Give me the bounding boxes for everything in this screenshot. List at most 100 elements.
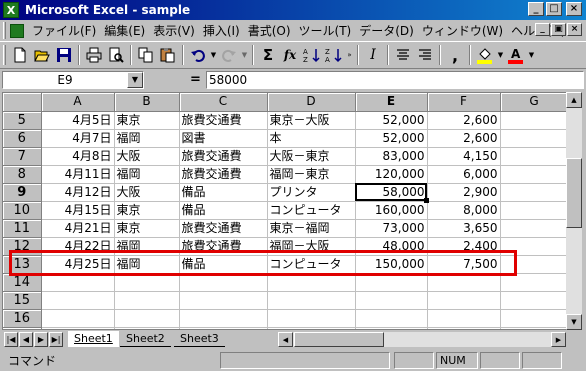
cell-f6[interactable]: 2,600 — [427, 129, 501, 148]
doc-restore-button[interactable]: ▣ — [551, 23, 566, 36]
cell-c11[interactable]: 旅費交通費 — [179, 219, 268, 238]
cell-e14[interactable] — [355, 273, 428, 292]
redo-icon[interactable] — [218, 44, 240, 66]
cell-b10[interactable]: 東京 — [114, 201, 180, 220]
cell-c10[interactable]: 備品 — [179, 201, 268, 220]
cell-c7[interactable]: 旅費交通費 — [179, 147, 268, 166]
cell-g14[interactable] — [500, 273, 569, 292]
row-header[interactable]: 16 — [3, 309, 42, 328]
row-header[interactable]: 15 — [3, 291, 42, 310]
function-icon[interactable]: fx — [279, 44, 301, 66]
tab-sheet2[interactable]: Sheet2 — [120, 331, 171, 347]
cell-c16[interactable] — [179, 309, 268, 328]
row-header[interactable]: 12 — [3, 237, 42, 256]
cell-b15[interactable] — [114, 291, 180, 310]
row-header[interactable]: 5 — [3, 111, 42, 130]
cell-g12[interactable] — [500, 237, 569, 256]
cell-e6[interactable]: 52,000 — [355, 129, 428, 148]
cell-b8[interactable]: 福岡 — [114, 165, 180, 184]
name-box-dropdown-icon[interactable]: ▼ — [127, 72, 143, 88]
cell-g7[interactable] — [500, 147, 569, 166]
cell-f13[interactable]: 7,500 — [427, 255, 501, 274]
cell-f14[interactable] — [427, 273, 501, 292]
cell-e15[interactable] — [355, 291, 428, 310]
comma-style-icon[interactable]: , — [444, 44, 466, 66]
tab-sheet1[interactable]: Sheet1 — [68, 331, 119, 347]
minimize-button[interactable]: _ — [528, 2, 544, 16]
cell-c17[interactable] — [179, 327, 268, 329]
cell-d12[interactable]: 福岡－大阪 — [267, 237, 356, 256]
cell-g10[interactable] — [500, 201, 569, 220]
row-header[interactable]: 17 — [3, 327, 42, 329]
cell-a13[interactable]: 4月25日 — [41, 255, 115, 274]
column-header-g[interactable]: G — [500, 93, 569, 112]
cell-b6[interactable]: 福岡 — [114, 129, 180, 148]
cell-g5[interactable] — [500, 111, 569, 130]
scroll-up-icon[interactable]: ▲ — [566, 92, 582, 108]
worksheet-grid[interactable]: ABCDEFG 5 4月5日 東京 旅費交通費 東京－大阪 52,000 2,600 6 4月7… — [2, 92, 582, 330]
font-color-icon[interactable]: A — [505, 44, 527, 66]
fill-handle[interactable] — [424, 198, 429, 203]
tab-sheet3[interactable]: Sheet3 — [174, 331, 225, 347]
cell-a16[interactable] — [41, 309, 115, 328]
cell-d10[interactable]: コンピュータ — [267, 201, 356, 220]
paste-icon[interactable] — [157, 44, 179, 66]
cell-a10[interactable]: 4月15日 — [41, 201, 115, 220]
cell-f11[interactable]: 3,650 — [427, 219, 501, 238]
menu-file[interactable]: ファイル(F) — [28, 22, 100, 39]
column-header-a[interactable]: A — [41, 93, 115, 112]
undo-dropdown-icon[interactable]: ▼ — [209, 51, 218, 59]
cell-c5[interactable]: 旅費交通費 — [179, 111, 268, 130]
scroll-down-icon[interactable]: ▼ — [566, 314, 582, 330]
cell-b12[interactable]: 福岡 — [114, 237, 180, 256]
cell-e10[interactable]: 160,000 — [355, 201, 428, 220]
save-icon[interactable] — [53, 44, 75, 66]
cell-a9[interactable]: 4月12日 — [41, 183, 115, 202]
cell-e12[interactable]: 48,000 — [355, 237, 428, 256]
cell-c6[interactable]: 図書 — [179, 129, 268, 148]
cell-f7[interactable]: 4,150 — [427, 147, 501, 166]
cell-d14[interactable] — [267, 273, 356, 292]
align-right-icon[interactable] — [414, 44, 436, 66]
cell-b13[interactable]: 福岡 — [114, 255, 180, 274]
row-header[interactable]: 9 — [3, 183, 42, 202]
cell-a8[interactable]: 4月11日 — [41, 165, 115, 184]
cell-f9[interactable]: 2,900 — [427, 183, 501, 202]
align-center-icon[interactable] — [392, 44, 414, 66]
cell-e16[interactable] — [355, 309, 428, 328]
autosum-icon[interactable]: Σ — [257, 44, 279, 66]
cell-d16[interactable] — [267, 309, 356, 328]
fill-color-icon[interactable] — [474, 44, 496, 66]
excel-app-icon[interactable]: X — [3, 2, 19, 18]
next-sheet-icon[interactable]: ▶ — [34, 332, 48, 347]
cell-d13[interactable]: コンピュータ — [267, 255, 356, 274]
vertical-scrollbar[interactable]: ▲ ▼ — [566, 92, 582, 330]
menu-grip[interactable] — [3, 22, 6, 39]
cell-f12[interactable]: 2,400 — [427, 237, 501, 256]
maximize-button[interactable]: □ — [546, 2, 562, 16]
doc-close-button[interactable]: × — [567, 23, 582, 36]
cell-f10[interactable]: 8,000 — [427, 201, 501, 220]
close-button[interactable]: × — [566, 2, 582, 16]
row-header[interactable]: 10 — [3, 201, 42, 220]
undo-icon[interactable] — [187, 44, 209, 66]
cell-e17[interactable] — [355, 327, 428, 329]
cell-c12[interactable]: 旅費交通費 — [179, 237, 268, 256]
cell-g6[interactable] — [500, 129, 569, 148]
cell-a6[interactable]: 4月7日 — [41, 129, 115, 148]
cell-b16[interactable] — [114, 309, 180, 328]
vertical-scroll-thumb[interactable] — [566, 158, 582, 228]
cell-a5[interactable]: 4月5日 — [41, 111, 115, 130]
cell-g9[interactable] — [500, 183, 569, 202]
doc-minimize-button[interactable]: _ — [535, 23, 550, 36]
cell-b14[interactable] — [114, 273, 180, 292]
cell-g17[interactable] — [500, 327, 569, 329]
row-header[interactable]: 7 — [3, 147, 42, 166]
cell-a17[interactable] — [41, 327, 115, 329]
cell-b7[interactable]: 大阪 — [114, 147, 180, 166]
first-sheet-icon[interactable]: |◀ — [4, 332, 18, 347]
cell-c14[interactable] — [179, 273, 268, 292]
horizontal-scroll-thumb[interactable] — [294, 332, 384, 347]
italic-icon[interactable]: I — [362, 44, 384, 66]
prev-sheet-icon[interactable]: ◀ — [19, 332, 33, 347]
